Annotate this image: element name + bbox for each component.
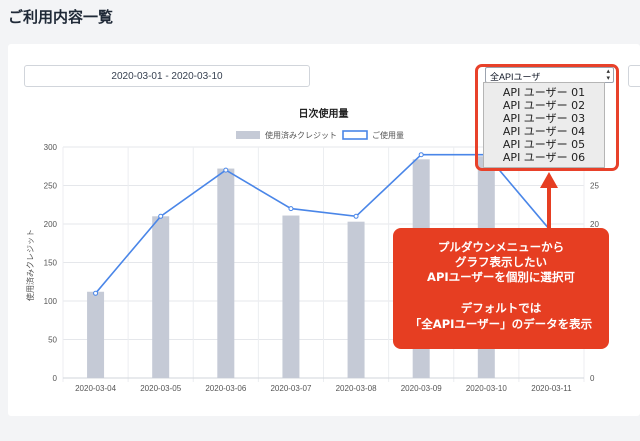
y-tick-label: 300 (44, 143, 58, 152)
line-point (418, 152, 424, 158)
line-point (93, 290, 99, 296)
y-tick-label: 0 (53, 374, 58, 383)
y-tick-label: 200 (44, 220, 58, 229)
legend-swatch-usage (342, 130, 368, 140)
chart-title: 日次使用量 (299, 107, 349, 120)
bar (347, 221, 365, 378)
y-axis-label: 使用済みクレジット (25, 229, 35, 301)
x-tick-label: 2020-03-06 (205, 384, 246, 393)
line-point (288, 206, 294, 212)
x-tick-label: 2020-03-10 (466, 384, 507, 393)
x-tick-label: 2020-03-05 (140, 384, 181, 393)
callout-arrow-shaft (547, 186, 551, 229)
callout-line-3: APIユーザーを個別に選択可 (427, 270, 575, 284)
y-tick-label: 250 (44, 182, 58, 191)
legend-label-usage: ご使用量 (372, 130, 404, 140)
callout-line-4: デフォルトでは (460, 301, 542, 315)
callout-line-5: 「全APIユーザー」のデータを表示 (409, 317, 593, 331)
y-tick-label: 100 (44, 297, 58, 306)
x-tick-label: 2020-03-04 (75, 384, 116, 393)
x-tick-label: 2020-03-07 (270, 384, 311, 393)
y-tick-label: 150 (44, 259, 58, 268)
x-tick-label: 2020-03-09 (401, 384, 442, 393)
callout-line-1: プルダウンメニューから (437, 240, 565, 254)
line-point (158, 213, 164, 219)
line-point (223, 167, 229, 173)
annotation-callout: プルダウンメニューから グラフ表示したい APIユーザーを個別に選択可 デフォル… (393, 228, 609, 349)
bar (87, 291, 105, 378)
line-point (353, 213, 359, 219)
bar (282, 215, 300, 378)
y-tick-label: 50 (48, 336, 57, 345)
x-tick-label: 2020-03-08 (336, 384, 377, 393)
y2-tick-label: 0 (590, 374, 595, 383)
bar (217, 168, 235, 378)
callout-line-2: グラフ表示したい (455, 255, 547, 269)
legend-label-credits: 使用済みクレジット (265, 130, 337, 140)
x-tick-label: 2020-03-11 (531, 384, 572, 393)
legend-swatch-credits (236, 131, 260, 139)
y2-tick-label: 25 (590, 182, 599, 191)
bar (152, 216, 170, 378)
dropdown-highlight-frame (475, 64, 619, 171)
